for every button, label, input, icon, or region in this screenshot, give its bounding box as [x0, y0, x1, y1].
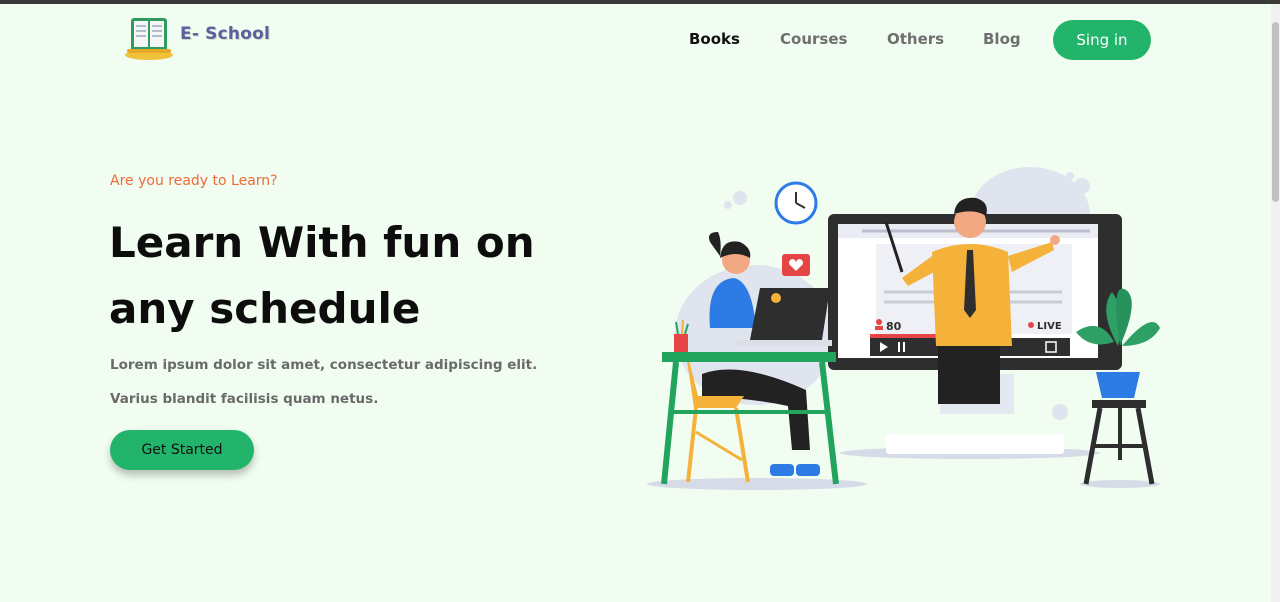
stool	[1083, 400, 1155, 485]
bg-dot	[1074, 178, 1090, 194]
viewer-count: 80	[886, 320, 902, 333]
sign-in-button[interactable]: Sing in	[1053, 20, 1151, 60]
window-top-border	[0, 0, 1280, 4]
hero-description: Lorem ipsum dolor sit amet, consectetur …	[110, 357, 538, 407]
nav-blog[interactable]: Blog	[983, 30, 1021, 48]
hero-title: Learn With fun on any schedule	[109, 218, 535, 333]
nav-books[interactable]: Books	[689, 30, 740, 48]
nav-courses[interactable]: Courses	[780, 30, 847, 48]
brand-name: E- School	[180, 24, 270, 44]
bg-dot	[733, 191, 747, 205]
scrollbar-thumb[interactable]	[1272, 22, 1279, 202]
book-logo-icon	[125, 18, 173, 60]
bg-dot	[724, 201, 732, 209]
floor-shadow	[1080, 480, 1160, 488]
clock-icon	[774, 181, 818, 225]
hero-tagline: Are you ready to Learn?	[110, 173, 278, 189]
brand-logo[interactable]: E- School	[123, 13, 273, 61]
bg-dot	[1052, 404, 1068, 420]
page-scrollbar[interactable]	[1271, 4, 1280, 602]
nav-others[interactable]: Others	[887, 30, 944, 48]
live-label: LIVE	[1037, 321, 1062, 332]
get-started-button[interactable]: Get Started	[110, 430, 254, 470]
heart-icon	[782, 254, 810, 276]
live-dot	[1028, 322, 1034, 328]
bg-dot	[1066, 172, 1074, 180]
hero-illustration: 80 LIVE	[647, 167, 1160, 490]
